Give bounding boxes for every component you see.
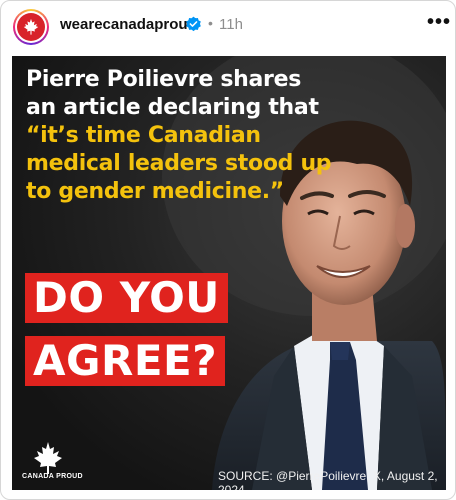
headline-quote: “it’s time Canadian medical leaders stoo… [26,123,332,204]
more-options-button[interactable]: ••• [427,11,451,34]
post-header: wearecanadaproud • 11h ••• [1,1,455,53]
cta-line-1: DO YOU [25,273,228,323]
post-card: wearecanadaproud • 11h ••• Pierre Poilie… [0,0,456,500]
post-timestamp[interactable]: 11h [219,16,243,33]
logo-wordmark: CANADA PROUD [22,473,83,480]
verified-badge-icon [186,16,201,32]
post-headline: Pierre Poilievre shares an article decla… [26,66,336,206]
username-link[interactable]: wearecanadaproud [60,16,197,33]
profile-avatar[interactable] [13,9,49,45]
headline-text: Pierre Poilievre shares an article decla… [26,67,319,120]
separator-dot: • [208,15,213,31]
post-image[interactable]: Pierre Poilievre shares an article decla… [12,56,446,490]
image-source-caption: SOURCE: @PierrePoilievre, X, August 2, 2… [218,469,438,490]
cta-line-2: AGREE? [25,336,226,386]
maple-leaf-icon [17,13,45,41]
